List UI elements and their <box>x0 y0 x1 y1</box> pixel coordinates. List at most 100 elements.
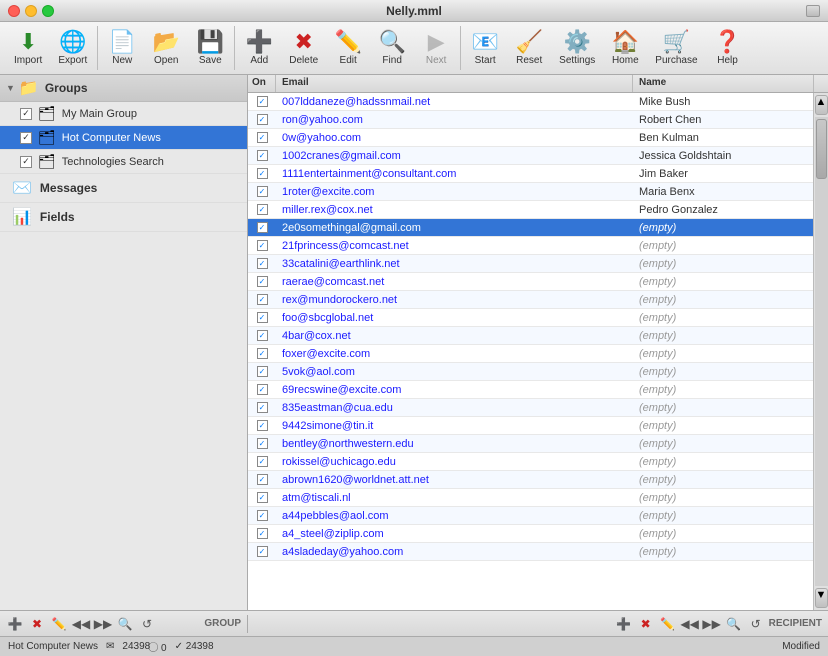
table-row[interactable]: 2e0somethingal@gmail.com(empty) <box>248 219 813 237</box>
table-row[interactable]: bentley@northwestern.edu(empty) <box>248 435 813 453</box>
bottom-add-button[interactable]: ➕ <box>6 615 24 633</box>
row-checkbox[interactable] <box>257 474 268 485</box>
my-main-group-checkbox[interactable] <box>20 108 32 120</box>
row-checkbox[interactable] <box>257 366 268 377</box>
table-row[interactable]: rex@mundorockero.net(empty) <box>248 291 813 309</box>
row-checkbox[interactable] <box>257 222 268 233</box>
minimize-button[interactable] <box>25 5 37 17</box>
row-checkbox[interactable] <box>257 150 268 161</box>
save-button[interactable]: 💾 Save <box>188 29 232 68</box>
table-row[interactable]: 0w@yahoo.comBen Kulman <box>248 129 813 147</box>
start-button[interactable]: 📧 Start <box>463 29 507 68</box>
purchase-button[interactable]: 🛒 Purchase <box>647 29 705 68</box>
row-checkbox[interactable] <box>257 96 268 107</box>
sidebar-item-technologies-search[interactable]: 🗂 Technologies Search <box>0 150 247 174</box>
delete-button[interactable]: ✖ Delete <box>281 29 326 68</box>
row-checkbox[interactable] <box>257 294 268 305</box>
close-button[interactable] <box>8 5 20 17</box>
bottom-refresh-button[interactable]: ↺ <box>138 615 156 633</box>
row-checkbox[interactable] <box>257 258 268 269</box>
export-button[interactable]: 🌐 Export <box>50 29 95 68</box>
row-checkbox[interactable] <box>257 492 268 503</box>
row-checkbox[interactable] <box>257 384 268 395</box>
row-checkbox[interactable] <box>257 312 268 323</box>
technologies-search-checkbox[interactable] <box>20 156 32 168</box>
table-row[interactable]: 835eastman@cua.edu(empty) <box>248 399 813 417</box>
recipient-next-button[interactable]: ▶▶ <box>703 615 721 633</box>
table-row[interactable]: ron@yahoo.comRobert Chen <box>248 111 813 129</box>
groups-header[interactable]: ▼ 📁 Groups <box>0 75 247 102</box>
row-checkbox[interactable] <box>257 204 268 215</box>
table-row[interactable]: 1002cranes@gmail.comJessica Goldshtain <box>248 147 813 165</box>
sidebar-item-hot-computer-news[interactable]: 🗂 Hot Computer News <box>0 126 247 150</box>
find-button[interactable]: 🔍 Find <box>370 29 414 68</box>
col-email-header[interactable]: Email <box>276 75 633 92</box>
row-checkbox[interactable] <box>257 186 268 197</box>
table-row[interactable]: a4_steel@ziplip.com(empty) <box>248 525 813 543</box>
resize-button[interactable] <box>806 5 820 17</box>
scrollbar-thumb[interactable] <box>816 119 827 179</box>
row-checkbox[interactable] <box>257 402 268 413</box>
hot-computer-news-checkbox[interactable] <box>20 132 32 144</box>
table-row[interactable]: 9442simone@tin.it(empty) <box>248 417 813 435</box>
fields-section[interactable]: 📊 Fields <box>0 203 247 232</box>
bottom-next-button[interactable]: ▶▶ <box>94 615 112 633</box>
open-button[interactable]: 📂 Open <box>144 29 188 68</box>
scrollbar-down[interactable]: ▼ <box>815 588 828 608</box>
next-button[interactable]: ▶ Next <box>414 29 458 68</box>
scrollbar-up[interactable]: ▲ <box>815 95 828 115</box>
table-row[interactable]: 1roter@excite.comMaria Benx <box>248 183 813 201</box>
row-checkbox[interactable] <box>257 528 268 539</box>
table-row[interactable]: foo@sbcglobal.net(empty) <box>248 309 813 327</box>
edit-button[interactable]: ✏️ Edit <box>326 29 370 68</box>
row-checkbox[interactable] <box>257 348 268 359</box>
table-row[interactable]: 5vok@aol.com(empty) <box>248 363 813 381</box>
row-checkbox[interactable] <box>257 510 268 521</box>
row-checkbox[interactable] <box>257 114 268 125</box>
table-row[interactable]: 21fprincess@comcast.net(empty) <box>248 237 813 255</box>
new-button[interactable]: 📄 New <box>100 29 144 68</box>
add-button[interactable]: ➕ Add <box>237 29 281 68</box>
col-name-header[interactable]: Name <box>633 75 813 92</box>
home-button[interactable]: 🏠 Home <box>603 29 647 68</box>
table-row[interactable]: abrown1620@worldnet.att.net(empty) <box>248 471 813 489</box>
table-row[interactable]: 4bar@cox.net(empty) <box>248 327 813 345</box>
row-checkbox[interactable] <box>257 276 268 287</box>
table-row[interactable]: 33catalini@earthlink.net(empty) <box>248 255 813 273</box>
row-checkbox[interactable] <box>257 330 268 341</box>
help-button[interactable]: ❓ Help <box>706 29 750 68</box>
table-row[interactable]: atm@tiscali.nl(empty) <box>248 489 813 507</box>
table-row[interactable]: a44pebbles@aol.com(empty) <box>248 507 813 525</box>
settings-button[interactable]: ⚙️ Settings <box>551 29 603 68</box>
table-row[interactable]: 69recswine@excite.com(empty) <box>248 381 813 399</box>
sidebar-item-my-main-group[interactable]: 🗂 My Main Group <box>0 102 247 126</box>
table-row[interactable]: miller.rex@cox.netPedro Gonzalez <box>248 201 813 219</box>
table-row[interactable]: a4sladeday@yahoo.com(empty) <box>248 543 813 561</box>
bottom-delete-button[interactable]: ✖ <box>28 615 46 633</box>
row-checkbox[interactable] <box>257 420 268 431</box>
row-checkbox[interactable] <box>257 546 268 557</box>
bottom-edit-button[interactable]: ✏️ <box>50 615 68 633</box>
bottom-search-button[interactable]: 🔍 <box>116 615 134 633</box>
row-checkbox[interactable] <box>257 132 268 143</box>
maximize-button[interactable] <box>42 5 54 17</box>
table-row[interactable]: rokissel@uchicago.edu(empty) <box>248 453 813 471</box>
recipient-refresh-button[interactable]: ↺ <box>747 615 765 633</box>
table-row[interactable]: 007lddaneze@hadssnmail.netMike Bush <box>248 93 813 111</box>
recipient-add-button[interactable]: ➕ <box>615 615 633 633</box>
row-checkbox[interactable] <box>257 456 268 467</box>
import-button[interactable]: ⬇ Import <box>6 29 50 68</box>
messages-section[interactable]: ✉️ Messages <box>0 174 247 203</box>
row-checkbox[interactable] <box>257 168 268 179</box>
table-body[interactable]: 007lddaneze@hadssnmail.netMike Bushron@y… <box>248 93 813 610</box>
table-row[interactable]: raerae@comcast.net(empty) <box>248 273 813 291</box>
recipient-prev-button[interactable]: ◀◀ <box>681 615 699 633</box>
row-checkbox[interactable] <box>257 438 268 449</box>
scrollbar[interactable]: ▲ ▼ <box>813 93 828 610</box>
reset-button[interactable]: 🧹 Reset <box>507 29 551 68</box>
recipient-search-button[interactable]: 🔍 <box>725 615 743 633</box>
table-row[interactable]: 1111entertainment@consultant.comJim Bake… <box>248 165 813 183</box>
recipient-edit-button[interactable]: ✏️ <box>659 615 677 633</box>
row-checkbox[interactable] <box>257 240 268 251</box>
bottom-prev-button[interactable]: ◀◀ <box>72 615 90 633</box>
